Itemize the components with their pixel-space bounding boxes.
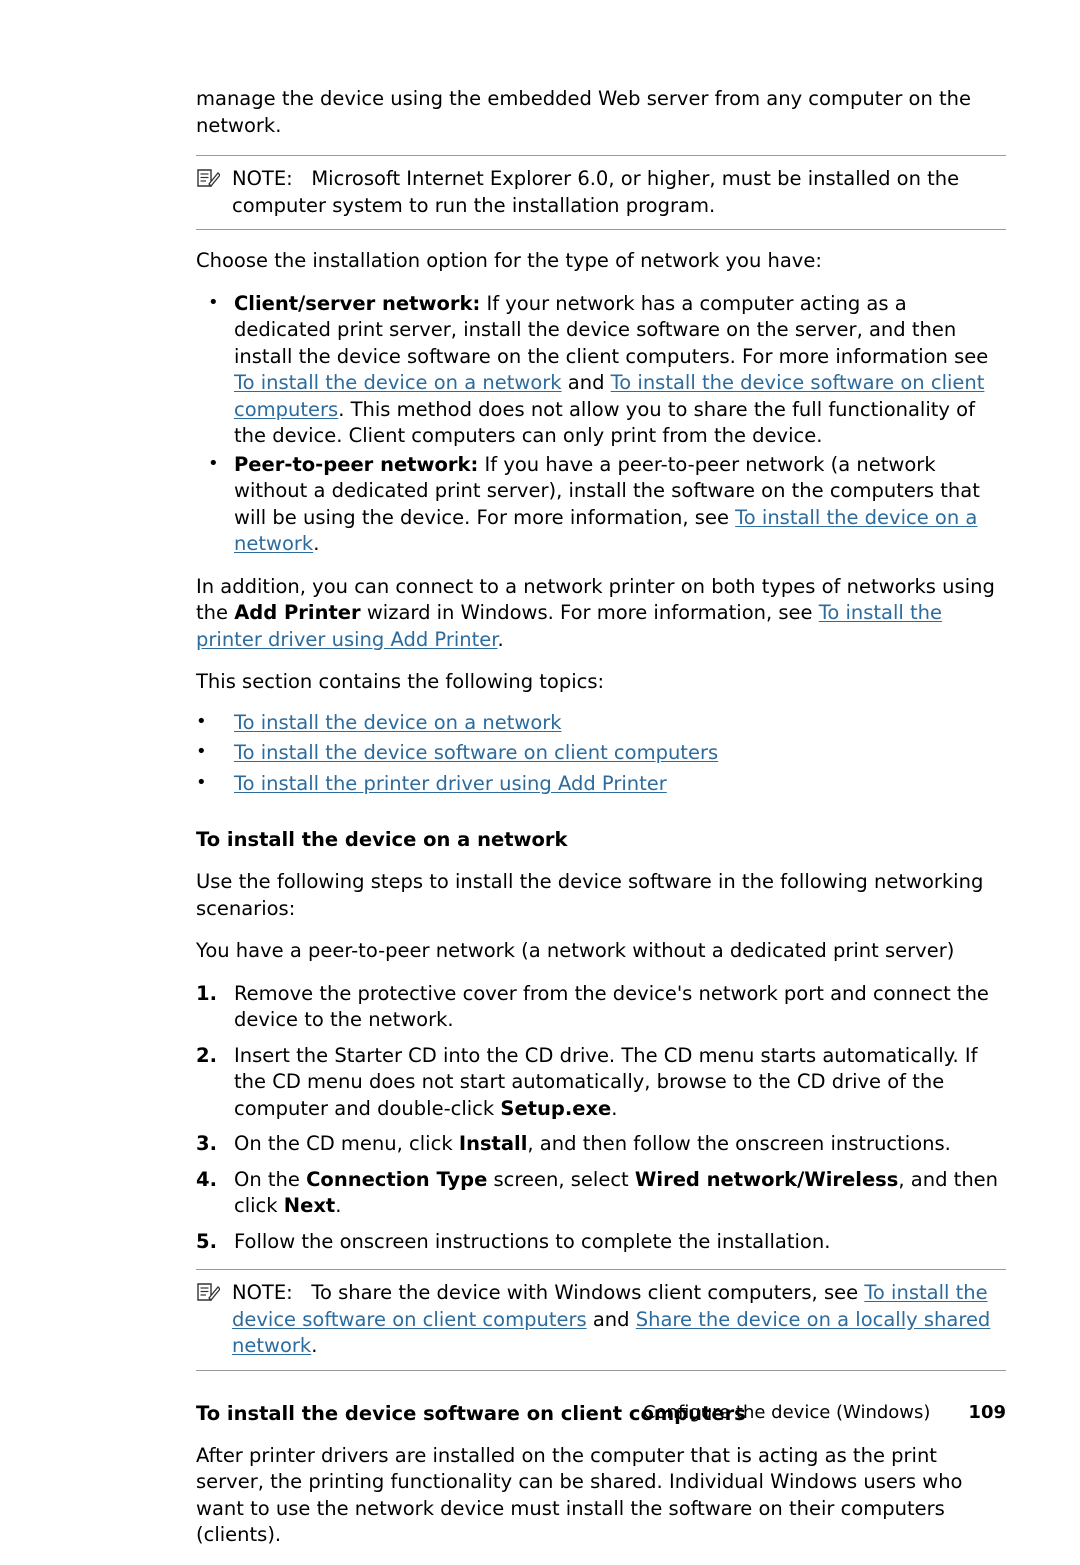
note-box-1: NOTE: Microsoft Internet Explorer 6.0, o… bbox=[196, 155, 1006, 230]
document-page: manage the device using the embedded Web… bbox=[0, 0, 1080, 1546]
step-number: 1. bbox=[196, 981, 217, 1005]
note-icon bbox=[196, 168, 221, 190]
note-icon bbox=[196, 1282, 221, 1304]
step-text-2: screen, select bbox=[487, 1167, 635, 1191]
step-number: 2. bbox=[196, 1043, 217, 1067]
list-item: Client/server network: If your network h… bbox=[196, 290, 1006, 450]
list-item: To install the device software on client… bbox=[196, 739, 1006, 767]
toc-link-install-software-clients[interactable]: To install the device software on client… bbox=[234, 741, 718, 764]
add-printer-paragraph: In addition, you can connect to a networ… bbox=[196, 574, 1006, 654]
note2-text-1: To share the device with Windows client … bbox=[311, 1281, 865, 1304]
step-text-1: Follow the onscreen instructions to comp… bbox=[234, 1229, 831, 1253]
addprinter-bold-1: Add Printer bbox=[234, 601, 361, 624]
list-item: To install the device on a network bbox=[196, 709, 1006, 737]
footer-text: Configure the device (Windows) bbox=[642, 1402, 931, 1423]
step-number: 4. bbox=[196, 1167, 217, 1191]
footer-page-number: 109 bbox=[968, 1402, 1006, 1423]
network-type-list: Client/server network: If your network h… bbox=[196, 290, 1006, 558]
step-number: 3. bbox=[196, 1132, 217, 1155]
page-content: manage the device using the embedded Web… bbox=[196, 86, 1006, 1565]
step-bold-next: Next bbox=[283, 1194, 336, 1217]
note-label-1: NOTE: bbox=[232, 167, 293, 190]
toc-link-install-printer-driver[interactable]: To install the printer driver using Add … bbox=[234, 772, 667, 795]
bullet-title-client-server: Client/server network: bbox=[234, 291, 481, 315]
install-steps-list: 1. Remove the protective cover from the d… bbox=[196, 981, 1006, 1256]
step-item: 3. On the CD menu, click Install, and the… bbox=[196, 1131, 1006, 1158]
page-footer: Configure the device (Windows) 109 bbox=[196, 1400, 1006, 1427]
step-bold-install: Install bbox=[458, 1132, 528, 1155]
toc-link-install-device-network[interactable]: To install the device on a network bbox=[234, 711, 562, 734]
step-text-2: . bbox=[611, 1096, 618, 1120]
step-item: 5. Follow the onscreen instructions to co… bbox=[196, 1229, 1006, 1256]
list-item: To install the printer driver using Add … bbox=[196, 770, 1006, 798]
step-bold-wired-network-wireless: Wired network/Wireless bbox=[634, 1167, 899, 1191]
step-number: 5. bbox=[196, 1229, 217, 1253]
step-text-2: , and then follow the onscreen instructi… bbox=[527, 1132, 951, 1155]
step-text-1: Remove the protective cover from the dev… bbox=[234, 981, 989, 1032]
step-item: 1. Remove the protective cover from the d… bbox=[196, 981, 1006, 1034]
step-text-1: On the CD menu, click bbox=[234, 1132, 459, 1155]
note-text-1: Microsoft Internet Explorer 6.0, or high… bbox=[232, 167, 960, 217]
addprinter-text-3: . bbox=[497, 627, 504, 651]
note-box-2: NOTE: To share the device with Windows c… bbox=[196, 1269, 1006, 1371]
bullet-text-3: . This method does not allow you to shar… bbox=[234, 397, 975, 448]
bullet-title-peer-to-peer: Peer-to-peer network: bbox=[234, 452, 479, 476]
link-install-device-on-network[interactable]: To install the device on a network bbox=[234, 371, 562, 394]
note-label-2: NOTE: bbox=[232, 1281, 293, 1304]
note2-text-3: . bbox=[311, 1334, 318, 1357]
step-item: 2. Insert the Starter CD into the CD driv… bbox=[196, 1043, 1006, 1123]
topics-list: To install the device on a network To in… bbox=[196, 709, 1006, 798]
choose-paragraph: Choose the installation option for the t… bbox=[196, 249, 822, 272]
bullet-text-2: and bbox=[561, 371, 611, 394]
step-item: 4. On the Connection Type screen, select … bbox=[196, 1167, 1006, 1220]
note2-text-2: and bbox=[586, 1307, 636, 1331]
topics-intro: This section contains the following topi… bbox=[196, 670, 605, 693]
intro-paragraph: manage the device using the embedded Web… bbox=[196, 87, 972, 137]
step-bold-connection-type: Connection Type bbox=[306, 1167, 488, 1191]
addprinter-text-2: wizard in Windows. For more information,… bbox=[360, 601, 819, 624]
section2-paragraph-1: After printer drivers are installed on t… bbox=[196, 1443, 963, 1547]
step-text-4: . bbox=[335, 1194, 342, 1217]
bullet-text-2: . bbox=[313, 532, 320, 555]
section-heading-install-device-network: To install the device on a network bbox=[196, 828, 568, 851]
section1-paragraph-2: You have a peer-to-peer network (a netwo… bbox=[196, 939, 955, 962]
list-item: Peer-to-peer network: If you have a peer… bbox=[196, 451, 1006, 558]
step-bold-setup-exe: Setup.exe bbox=[500, 1096, 612, 1120]
step-text-1: On the bbox=[234, 1167, 307, 1191]
section1-paragraph-1: Use the following steps to install the d… bbox=[196, 870, 984, 920]
